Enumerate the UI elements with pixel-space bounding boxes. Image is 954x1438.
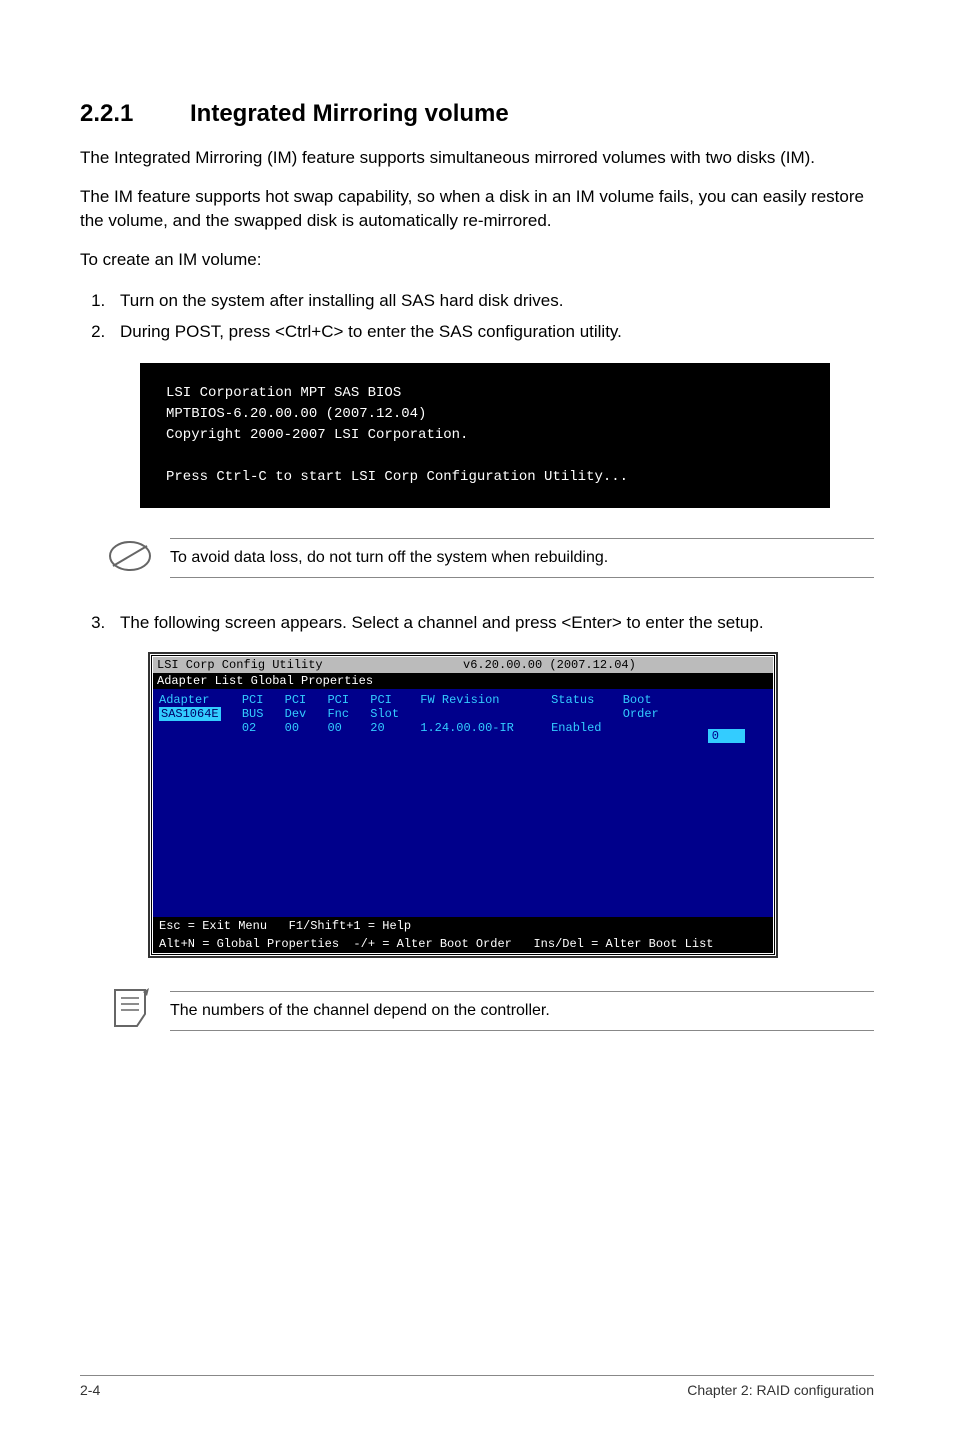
bios-col-adapter: Adapter SAS1064E xyxy=(159,693,221,721)
bios-titlebar: LSI Corp Config Utility v6.20.00.00 (200… xyxy=(153,657,773,673)
intro-para-1: The Integrated Mirroring (IM) feature su… xyxy=(80,146,874,171)
steps-list-1: Turn on the system after installing all … xyxy=(80,287,874,345)
bios-body: Adapter SAS1064E PCI BUS 02 PCI Dev 00 P… xyxy=(153,689,773,917)
section-title: Integrated Mirroring volume xyxy=(190,100,509,127)
note-icon xyxy=(100,986,160,1035)
steps-list-2: The following screen appears. Select a c… xyxy=(80,609,874,636)
bios-col-status: Status Enabled xyxy=(551,693,601,735)
page-footer: 2-4 Chapter 2: RAID configuration xyxy=(80,1375,874,1398)
footer-chapter: Chapter 2: RAID configuration xyxy=(687,1382,874,1398)
warning-text: To avoid data loss, do not turn off the … xyxy=(170,538,874,578)
footer-page-number: 2-4 xyxy=(80,1382,100,1398)
step-2: During POST, press <Ctrl+C> to enter the… xyxy=(110,318,874,345)
bios-col-pcidev: PCI Dev 00 xyxy=(285,693,307,735)
warning-icon xyxy=(100,538,160,579)
intro-para-3: To create an IM volume: xyxy=(80,248,874,273)
bios-boot-value: 0 xyxy=(708,729,745,743)
warning-callout: To avoid data loss, do not turn off the … xyxy=(100,538,874,579)
bios-subtitle: Adapter List Global Properties xyxy=(153,673,773,689)
note-text: The numbers of the channel depend on the… xyxy=(170,991,874,1031)
bios-col-fw: FW Revision 1.24.00.00-IR xyxy=(420,693,514,735)
bios-selected-adapter: SAS1064E xyxy=(159,707,221,721)
bios-screenshot: LSI Corp Config Utility v6.20.00.00 (200… xyxy=(150,654,776,956)
bios-col-pcibus: PCI BUS 02 xyxy=(242,693,264,735)
bios-col-pcifnc: PCI Fnc 00 xyxy=(327,693,349,735)
bios-title-right: v6.20.00.00 (2007.12.04) xyxy=(463,658,769,672)
intro-para-2: The IM feature supports hot swap capabil… xyxy=(80,185,874,234)
section-heading: 2.2.1Integrated Mirroring volume xyxy=(80,100,874,128)
bios-col-boot: Boot Order xyxy=(623,693,659,721)
step-1: Turn on the system after installing all … xyxy=(110,287,874,314)
note-callout: The numbers of the channel depend on the… xyxy=(100,986,874,1035)
step-3: The following screen appears. Select a c… xyxy=(110,609,874,636)
bios-help-1: Esc = Exit Menu F1/Shift+1 = Help xyxy=(153,917,773,935)
bios-col-pcislot: PCI Slot 20 xyxy=(370,693,399,735)
bios-title-left: LSI Corp Config Utility xyxy=(157,658,463,672)
terminal-output: LSI Corporation MPT SAS BIOS MPTBIOS-6.2… xyxy=(140,363,830,508)
section-number: 2.2.1 xyxy=(80,100,190,128)
bios-help-2: Alt+N = Global Properties -/+ = Alter Bo… xyxy=(153,935,773,953)
